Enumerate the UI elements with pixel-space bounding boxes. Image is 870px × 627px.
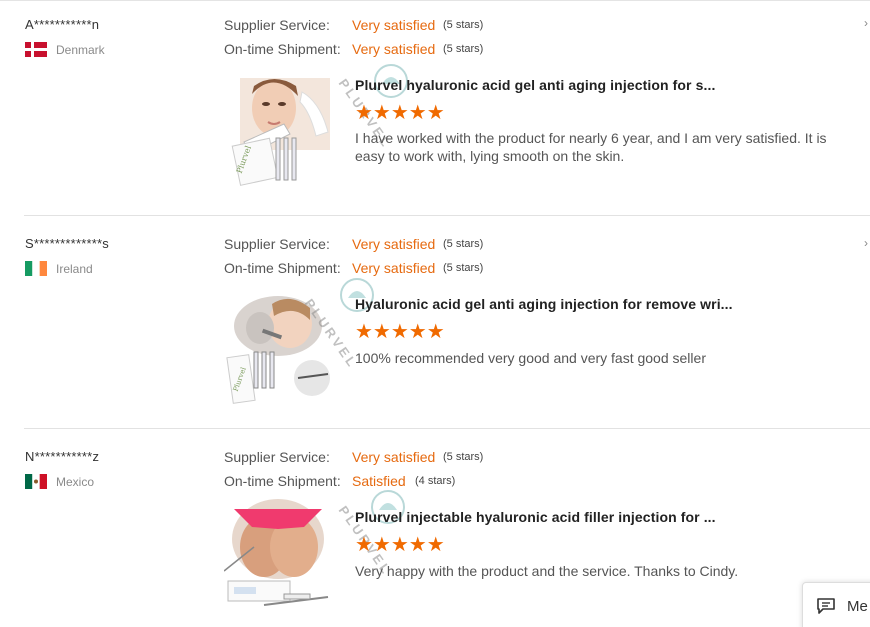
supplier-service-label: Supplier Service: (224, 236, 330, 252)
review-item: A***********n Denmark Supplier Service: … (0, 0, 870, 216)
supplier-service-stars: (5 stars) (443, 451, 484, 463)
supplier-service-value: Very satisfied (352, 449, 436, 465)
review-item: S*************s Ireland Supplier Service… (0, 216, 870, 429)
reviewer-country: Denmark (25, 42, 105, 57)
shipment-label: On-time Shipment: (224, 260, 341, 276)
supplier-service-label: Supplier Service: (224, 449, 330, 465)
product-thumbnail[interactable]: Plurvel (224, 72, 334, 187)
message-chat-button[interactable]: Me (802, 582, 870, 627)
product-title-link[interactable]: Plurvel injectable hyaluronic acid fille… (355, 509, 716, 525)
product-title-link[interactable]: Plurvel hyaluronic acid gel anti aging i… (355, 77, 715, 93)
denmark-flag-icon (25, 42, 47, 57)
reviewer-country: Ireland (25, 261, 93, 276)
shipment-stars: (4 stars) (415, 475, 456, 487)
product-rating-stars: ★★★★★ (355, 321, 445, 343)
shipment-value: Very satisfied (352, 260, 436, 276)
review-comment: I have worked with the product for nearl… (355, 130, 827, 164)
edge-icon: › (864, 236, 868, 250)
shipment-value: Very satisfied (352, 41, 436, 57)
country-name: Denmark (56, 42, 105, 57)
country-name: Ireland (56, 261, 93, 276)
supplier-service-value: Very satisfied (352, 17, 436, 33)
message-label: Me (847, 597, 868, 615)
shipment-label: On-time Shipment: (224, 41, 341, 57)
reviewer-name: N***********z (25, 449, 100, 464)
supplier-service-value: Very satisfied (352, 236, 436, 252)
product-title-link[interactable]: Hyaluronic acid gel anti aging injection… (355, 296, 733, 312)
supplier-service-stars: (5 stars) (443, 19, 484, 31)
supplier-service-stars: (5 stars) (443, 238, 484, 250)
mexico-flag-icon (25, 474, 47, 489)
product-thumbnail[interactable] (223, 499, 334, 614)
supplier-service-label: Supplier Service: (224, 17, 330, 33)
shipment-stars: (5 stars) (443, 262, 484, 274)
review-comment: Very happy with the product and the serv… (355, 563, 739, 579)
shipment-stars: (5 stars) (443, 43, 484, 55)
review-item: N***********z Mexico Supplier Service: V… (0, 429, 870, 627)
reviewer-name: A***********n (25, 17, 100, 32)
reviewer-name: S*************s (25, 236, 109, 251)
product-rating-stars: ★★★★★ (355, 102, 445, 124)
message-icon (817, 598, 835, 614)
ireland-flag-icon (25, 261, 47, 276)
product-rating-stars: ★★★★★ (355, 534, 445, 556)
country-name: Mexico (56, 474, 95, 489)
shipment-value: Satisfied (352, 473, 406, 489)
review-comment: 100% recommended very good and very fast… (355, 350, 706, 366)
shipment-label: On-time Shipment: (224, 473, 341, 489)
reviewer-country: Mexico (25, 474, 94, 489)
edge-icon: › (864, 16, 868, 30)
